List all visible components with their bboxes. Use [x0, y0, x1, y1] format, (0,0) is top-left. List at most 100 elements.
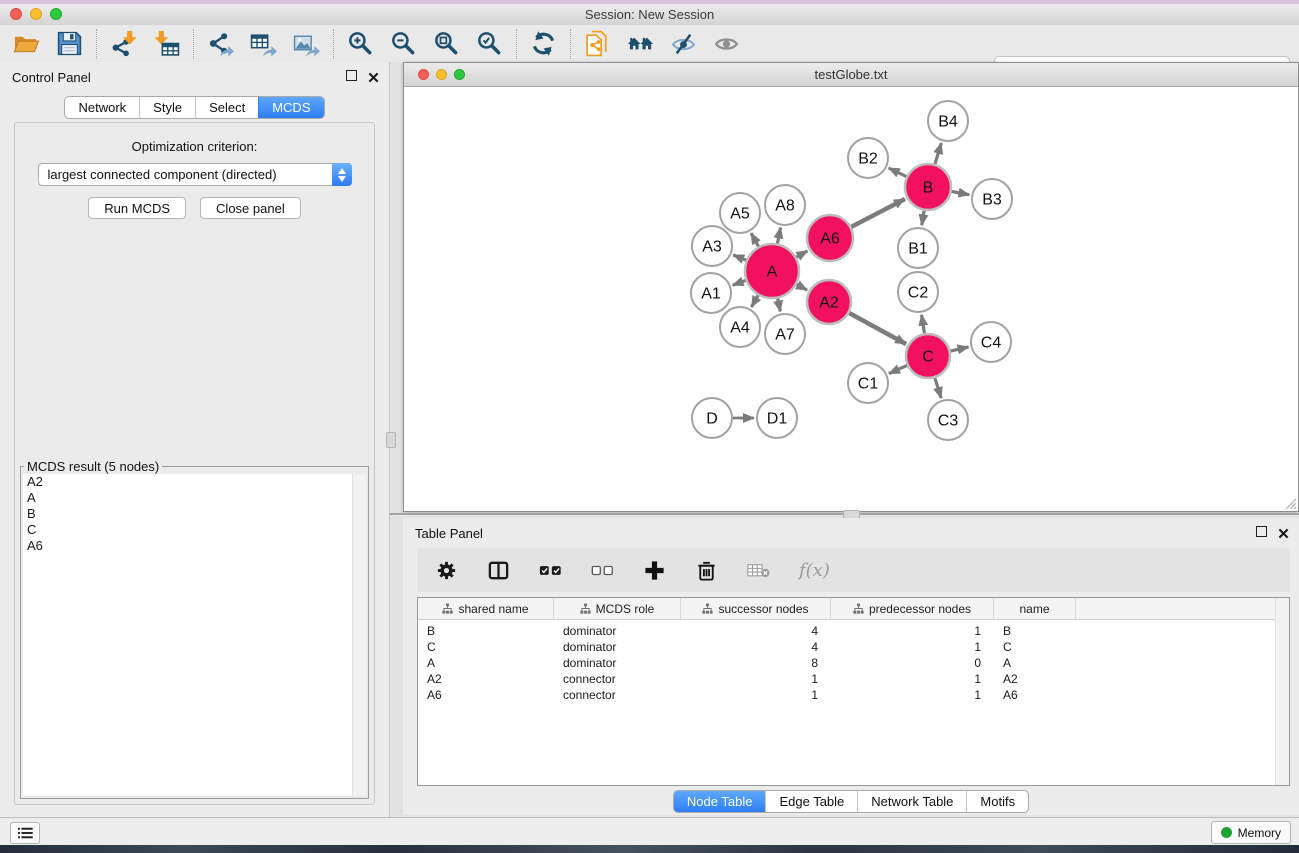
- export-network-icon[interactable]: [207, 30, 234, 57]
- column-header-name[interactable]: name: [994, 598, 1076, 619]
- network-window-titlebar[interactable]: testGlobe.txt: [404, 63, 1298, 87]
- table-cell[interactable]: 1: [831, 639, 994, 655]
- table-cell[interactable]: A: [418, 655, 554, 671]
- table-cell[interactable]: C: [994, 639, 1076, 655]
- table-cell[interactable]: 1: [681, 687, 831, 703]
- graph-edge-B-B3[interactable]: [952, 191, 970, 194]
- tab-select[interactable]: Select: [195, 97, 258, 118]
- table-cell[interactable]: B: [994, 623, 1076, 639]
- table-cell[interactable]: 4: [681, 639, 831, 655]
- table-cell[interactable]: connector: [554, 687, 681, 703]
- graph-edge-A2-C[interactable]: [849, 313, 906, 344]
- graph-edge-C-C1[interactable]: [889, 365, 907, 373]
- graph-edge-B-B1[interactable]: [922, 211, 924, 226]
- vertical-splitter-handle[interactable]: [386, 432, 396, 448]
- tab-motifs[interactable]: Motifs: [966, 791, 1028, 812]
- tab-network[interactable]: Network: [65, 97, 139, 118]
- graph-edge-B-B2[interactable]: [889, 168, 907, 177]
- result-item[interactable]: A6: [23, 538, 366, 554]
- zoom-out-icon[interactable]: [390, 30, 417, 57]
- graph-edge-A-A4[interactable]: [751, 295, 758, 307]
- function-builder-icon[interactable]: f(x): [799, 560, 830, 581]
- table-cell[interactable]: C: [418, 639, 554, 655]
- zoom-in-icon[interactable]: [347, 30, 374, 57]
- run-mcds-button[interactable]: Run MCDS: [88, 197, 186, 219]
- column-header-successor-nodes[interactable]: successor nodes: [681, 598, 831, 619]
- refresh-icon[interactable]: [530, 30, 557, 57]
- export-table-icon[interactable]: [250, 30, 277, 57]
- close-panel-button[interactable]: Close panel: [200, 197, 301, 219]
- tab-node-table[interactable]: Node Table: [674, 791, 766, 812]
- graph-edge-A-A7[interactable]: [778, 298, 781, 311]
- close-panel-icon[interactable]: [368, 70, 379, 81]
- graph-edge-C-C2[interactable]: [922, 315, 925, 334]
- result-item[interactable]: B: [23, 506, 366, 522]
- graph-edge-A-A5[interactable]: [751, 233, 758, 246]
- float-panel-icon[interactable]: [346, 70, 357, 81]
- select-stepper-icon[interactable]: [332, 163, 352, 186]
- minimize-network-window-button[interactable]: [436, 69, 447, 80]
- table-row[interactable]: Cdominator41C: [418, 639, 1289, 655]
- table-row[interactable]: Adominator80A: [418, 655, 1289, 671]
- table-cell[interactable]: A2: [418, 671, 554, 687]
- close-window-button[interactable]: [10, 8, 22, 20]
- column-header-mcds-role[interactable]: MCDS role: [554, 598, 681, 619]
- table-row[interactable]: A6connector11A6: [418, 687, 1289, 703]
- task-history-button[interactable]: [10, 822, 40, 844]
- window-resize-grip[interactable]: [1283, 496, 1297, 510]
- hide-selected-icon[interactable]: [670, 30, 697, 57]
- graph-edge-C-C3[interactable]: [935, 378, 941, 398]
- network-canvas[interactable]: B4B2BB3A5A8A6A3B1AA1C2A2A4A7CC4C1C3DD1: [404, 87, 1298, 511]
- graph-edge-B-B4[interactable]: [935, 143, 941, 164]
- table-row[interactable]: A2connector11A2: [418, 671, 1289, 687]
- column-header-predecessor-nodes[interactable]: predecessor nodes: [831, 598, 994, 619]
- add-entry-icon[interactable]: [643, 559, 666, 582]
- table-scrollbar[interactable]: [1275, 598, 1289, 785]
- select-all-icon[interactable]: [539, 559, 562, 582]
- result-item[interactable]: A: [23, 490, 366, 506]
- zoom-network-window-button[interactable]: [454, 69, 465, 80]
- result-list-scrollbar[interactable]: [352, 474, 366, 796]
- graph-edge-A-A1[interactable]: [733, 280, 746, 285]
- graph-edge-A6-B[interactable]: [851, 199, 905, 227]
- column-header-shared-name[interactable]: shared name: [418, 598, 554, 619]
- table-cell[interactable]: dominator: [554, 655, 681, 671]
- close-network-window-button[interactable]: [418, 69, 429, 80]
- table-cell[interactable]: A: [994, 655, 1076, 671]
- table-cell[interactable]: A6: [994, 687, 1076, 703]
- graph-edge-A-A6[interactable]: [796, 251, 807, 257]
- memory-button[interactable]: Memory: [1211, 821, 1291, 844]
- table-cell[interactable]: dominator: [554, 623, 681, 639]
- graph-edge-C-C4[interactable]: [950, 347, 968, 351]
- table-cell[interactable]: 1: [831, 687, 994, 703]
- table-cell[interactable]: B: [418, 623, 554, 639]
- mcds-result-list[interactable]: A2ABCA6: [23, 474, 366, 796]
- close-table-panel-icon[interactable]: [1278, 526, 1289, 537]
- deselect-all-icon[interactable]: [591, 559, 614, 582]
- save-session-icon[interactable]: [56, 30, 83, 57]
- tab-network-table[interactable]: Network Table: [857, 791, 966, 812]
- criterion-select[interactable]: largest connected component (directed): [38, 163, 352, 186]
- table-cell[interactable]: dominator: [554, 639, 681, 655]
- result-item[interactable]: C: [23, 522, 366, 538]
- zoom-fit-icon[interactable]: [433, 30, 460, 57]
- float-table-panel-icon[interactable]: [1256, 526, 1267, 537]
- show-all-icon[interactable]: [713, 30, 740, 57]
- zoom-window-button[interactable]: [50, 8, 62, 20]
- minimize-window-button[interactable]: [30, 8, 42, 20]
- delete-table-icon[interactable]: [747, 559, 770, 582]
- table-cell[interactable]: 8: [681, 655, 831, 671]
- table-row[interactable]: Bdominator41B: [418, 623, 1289, 639]
- tab-style[interactable]: Style: [139, 97, 195, 118]
- tab-edge-table[interactable]: Edge Table: [765, 791, 857, 812]
- new-network-icon[interactable]: [584, 30, 611, 57]
- table-cell[interactable]: connector: [554, 671, 681, 687]
- import-table-icon[interactable]: [153, 30, 180, 57]
- table-cell[interactable]: 4: [681, 623, 831, 639]
- graph-edge-A-A2[interactable]: [797, 284, 807, 290]
- import-network-icon[interactable]: [110, 30, 137, 57]
- table-settings-icon[interactable]: [435, 559, 458, 582]
- export-image-icon[interactable]: [293, 30, 320, 57]
- result-item[interactable]: A2: [23, 474, 366, 490]
- table-cell[interactable]: 1: [831, 671, 994, 687]
